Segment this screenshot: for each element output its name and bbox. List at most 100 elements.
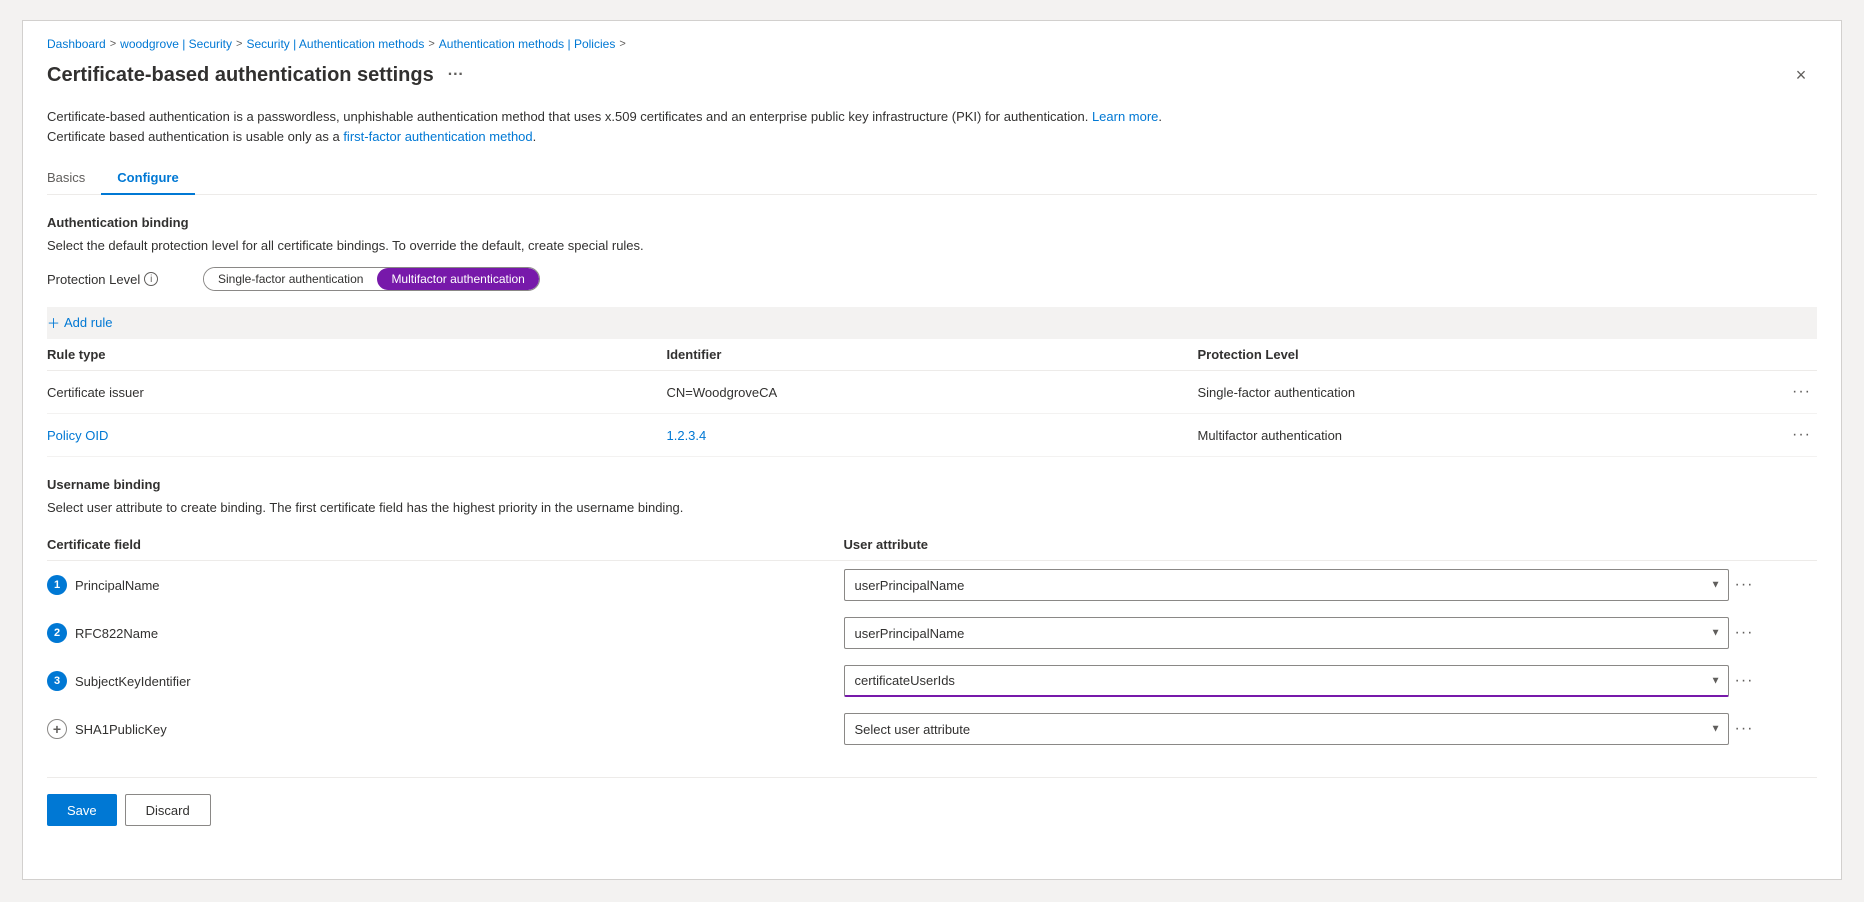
- col-header-user-attr: User attribute: [844, 529, 1729, 561]
- username-row-4-more-button[interactable]: ···: [1729, 718, 1760, 740]
- breadcrumb-dashboard[interactable]: Dashboard: [47, 37, 106, 51]
- description-text3: .: [533, 129, 537, 144]
- col-header-cert-field: Certificate field: [47, 529, 844, 561]
- row-1-user-attr-select[interactable]: userPrincipalName: [844, 569, 1729, 601]
- col-header-username-actions: [1729, 529, 1818, 561]
- username-row-1-cert-field: 1 PrincipalName: [47, 561, 844, 610]
- discard-button[interactable]: Discard: [125, 794, 211, 826]
- username-row-2-cert-field: 2 RFC822Name: [47, 609, 844, 657]
- rule-1-more-button[interactable]: ···: [1786, 381, 1817, 403]
- first-factor-link[interactable]: first-factor authentication method: [343, 129, 532, 144]
- protection-level-row: Protection Level i Single-factor authent…: [47, 267, 1817, 291]
- breadcrumb-policies[interactable]: Authentication methods | Policies: [439, 37, 616, 51]
- tab-configure[interactable]: Configure: [101, 162, 194, 195]
- authentication-binding-section: Authentication binding Select the defaul…: [47, 215, 1817, 457]
- breadcrumb-auth-methods[interactable]: Security | Authentication methods: [246, 37, 424, 51]
- username-row-2-user-attr: userPrincipalName ▼: [844, 609, 1729, 657]
- rule-2-actions: ···: [1729, 414, 1818, 457]
- username-row-4-user-attr: Select user attribute userPrincipalName …: [844, 705, 1729, 753]
- username-binding-description: Select user attribute to create binding.…: [47, 500, 1817, 515]
- username-row-3-actions: ···: [1729, 657, 1818, 705]
- rules-table-header-row: Rule type Identifier Protection Level: [47, 339, 1817, 371]
- username-row-4-actions: ···: [1729, 705, 1818, 753]
- rule-2-type-link[interactable]: Policy OID: [47, 428, 108, 443]
- col-header-identifier: Identifier: [667, 339, 1198, 371]
- breadcrumb-sep-1: >: [110, 38, 116, 50]
- username-row-3-more-button[interactable]: ···: [1729, 670, 1760, 692]
- rule-2-more-button[interactable]: ···: [1786, 424, 1817, 446]
- row-4-cert-field-name: SHA1PublicKey: [75, 722, 167, 737]
- row-2-user-attr-select[interactable]: userPrincipalName: [844, 617, 1729, 649]
- rule-2-identifier: 1.2.3.4: [667, 414, 1198, 457]
- main-panel: Dashboard > woodgrove | Security > Secur…: [22, 20, 1842, 880]
- rules-table: ＋ Add rule Rule type Identifier Protecti…: [47, 307, 1817, 457]
- close-button[interactable]: ×: [1785, 59, 1817, 91]
- footer-section: Save Discard: [47, 777, 1817, 842]
- row-1-cert-field-name: PrincipalName: [75, 578, 160, 593]
- description-block: Certificate-based authentication is a pa…: [47, 107, 1817, 146]
- rule-1-identifier: CN=WoodgroveCA: [667, 371, 1198, 414]
- toggle-multifactor[interactable]: Multifactor authentication: [377, 268, 538, 290]
- protection-level-toggle[interactable]: Single-factor authentication Multifactor…: [203, 267, 540, 291]
- username-row-1-user-attr: userPrincipalName ▼: [844, 561, 1729, 610]
- username-row-2: 2 RFC822Name userPrincipalName: [47, 609, 1817, 657]
- row-2-select-wrapper: userPrincipalName ▼: [844, 617, 1729, 649]
- rule-1-type: Certificate issuer: [47, 371, 667, 414]
- username-row-4-cert-field: + SHA1PublicKey: [47, 705, 844, 753]
- row-3-badge: 3: [47, 671, 67, 691]
- username-table-header-row: Certificate field User attribute: [47, 529, 1817, 561]
- rule-row-1: Certificate issuer CN=WoodgroveCA Single…: [47, 371, 1817, 414]
- breadcrumb-sep-4: >: [619, 38, 625, 50]
- add-rule-button[interactable]: ＋ Add rule: [47, 313, 112, 332]
- col-header-rule-type: Rule type: [47, 339, 667, 371]
- row-2-cert-field-name: RFC822Name: [75, 626, 158, 641]
- col-header-actions: [1729, 339, 1818, 371]
- breadcrumb-sep-2: >: [236, 38, 242, 50]
- row-1-select-wrapper: userPrincipalName ▼: [844, 569, 1729, 601]
- description-text2: Certificate based authentication is usab…: [47, 129, 340, 144]
- auth-binding-description: Select the default protection level for …: [47, 238, 1817, 253]
- row-1-badge: 1: [47, 575, 67, 595]
- add-rule-row: ＋ Add rule: [47, 307, 1817, 339]
- panel-title-text: Certificate-based authentication setting…: [47, 64, 434, 87]
- panel-header: Dashboard > woodgrove | Security > Secur…: [23, 21, 1841, 91]
- username-binding-title: Username binding: [47, 477, 1817, 492]
- panel-title: Certificate-based authentication setting…: [47, 64, 470, 87]
- username-row-1: 1 PrincipalName userPrincipalName: [47, 561, 1817, 610]
- rule-2-type: Policy OID: [47, 414, 667, 457]
- tab-basics[interactable]: Basics: [47, 162, 101, 195]
- breadcrumb: Dashboard > woodgrove | Security > Secur…: [47, 37, 1817, 51]
- row-3-cert-field-name: SubjectKeyIdentifier: [75, 674, 191, 689]
- rule-2-identifier-link[interactable]: 1.2.3.4: [667, 428, 707, 443]
- username-row-3-cert-field: 3 SubjectKeyIdentifier: [47, 657, 844, 705]
- breadcrumb-security[interactable]: woodgrove | Security: [120, 37, 232, 51]
- username-row-2-actions: ···: [1729, 609, 1818, 657]
- protection-level-label: Protection Level i: [47, 272, 187, 287]
- toggle-single-factor[interactable]: Single-factor authentication: [204, 268, 377, 290]
- username-row-1-more-button[interactable]: ···: [1729, 574, 1760, 596]
- username-row-3-user-attr: certificateUserIds ▼: [844, 657, 1729, 705]
- row-4-select-wrapper: Select user attribute userPrincipalName …: [844, 713, 1729, 745]
- rule-row-2: Policy OID 1.2.3.4 Multifactor authentic…: [47, 414, 1817, 457]
- row-4-badge: +: [47, 719, 67, 739]
- username-row-3: 3 SubjectKeyIdentifier certificateUserId…: [47, 657, 1817, 705]
- panel-title-row: Certificate-based authentication setting…: [47, 59, 1817, 91]
- username-row-2-more-button[interactable]: ···: [1729, 622, 1760, 644]
- rule-2-protection: Multifactor authentication: [1198, 414, 1729, 457]
- learn-more-link[interactable]: Learn more: [1092, 109, 1158, 124]
- breadcrumb-sep-3: >: [428, 38, 434, 50]
- username-row-1-actions: ···: [1729, 561, 1818, 610]
- add-icon: ＋: [47, 313, 60, 332]
- panel-options-button[interactable]: ···: [442, 64, 470, 86]
- protection-level-info-icon[interactable]: i: [144, 272, 158, 286]
- row-4-user-attr-select[interactable]: Select user attribute userPrincipalName …: [844, 713, 1729, 745]
- save-button[interactable]: Save: [47, 794, 117, 826]
- row-3-user-attr-select[interactable]: certificateUserIds: [844, 665, 1729, 697]
- rule-1-protection: Single-factor authentication: [1198, 371, 1729, 414]
- tabs-container: Basics Configure: [47, 162, 1817, 195]
- username-row-4: + SHA1PublicKey Select user attribute: [47, 705, 1817, 753]
- row-3-select-wrapper: certificateUserIds ▼: [844, 665, 1729, 697]
- rule-1-actions: ···: [1729, 371, 1818, 414]
- description-text1: Certificate-based authentication is a pa…: [47, 109, 1088, 124]
- col-header-protection-level: Protection Level: [1198, 339, 1729, 371]
